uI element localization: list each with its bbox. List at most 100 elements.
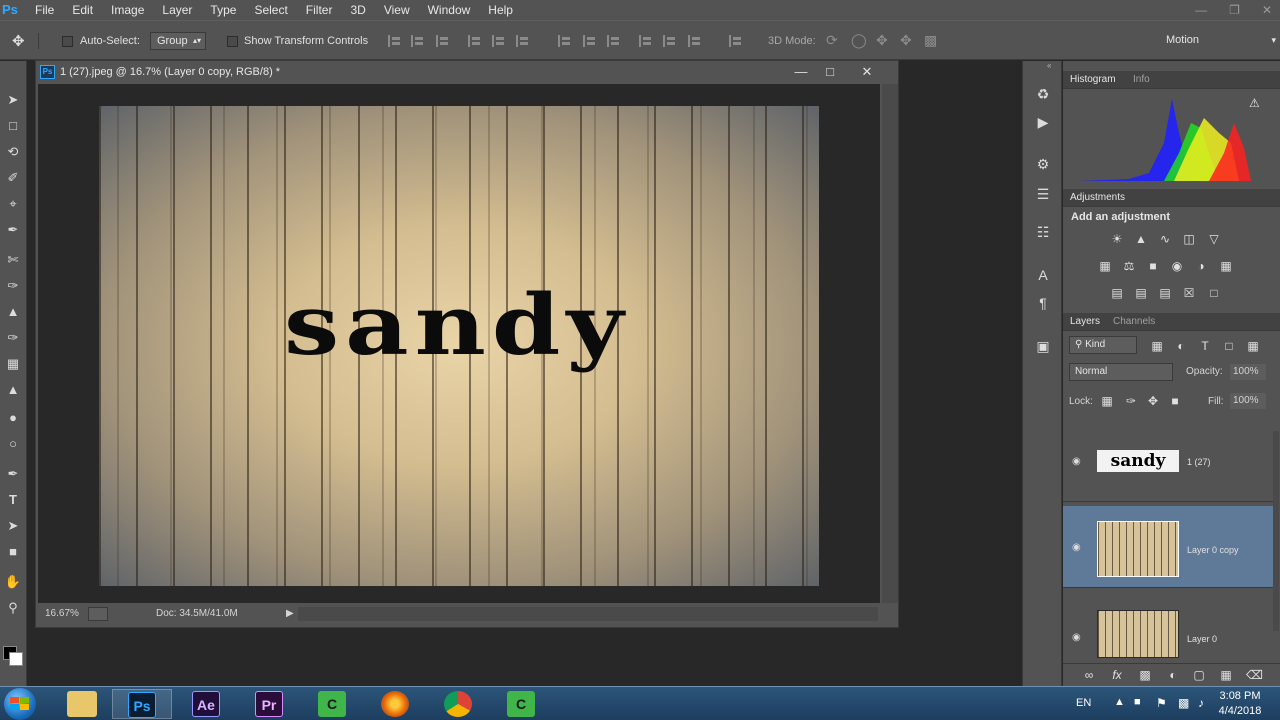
status-arrow-icon[interactable]: ▶: [286, 608, 294, 619]
clone-source-icon[interactable]: ☷: [1034, 223, 1052, 241]
filter-smart-object-icon[interactable]: ▦: [1245, 339, 1261, 353]
taskbar-camtasia-recorder[interactable]: C: [491, 689, 551, 719]
photo-filter-icon[interactable]: ◉: [1169, 259, 1185, 273]
menu-view[interactable]: View: [375, 0, 419, 20]
3d-panel-icon[interactable]: ▣: [1034, 337, 1052, 355]
actions-panel-icon[interactable]: ▶: [1034, 113, 1052, 131]
new-layer-icon[interactable]: ▦: [1218, 668, 1234, 682]
clone-stamp-tool-icon[interactable]: ▲: [4, 303, 22, 321]
taskbar-camtasia[interactable]: C: [302, 689, 362, 719]
tab-channels[interactable]: Channels: [1113, 316, 1155, 327]
tray-app-icon[interactable]: ■: [1134, 696, 1141, 708]
distribute-bottom-icon[interactable]: [607, 35, 621, 47]
shape-tool-icon[interactable]: ■: [4, 543, 22, 561]
layer-filter-dropdown[interactable]: ⚲ Kind: [1069, 336, 1137, 354]
black-white-icon[interactable]: ■: [1145, 259, 1161, 273]
menu-window[interactable]: Window: [419, 0, 480, 20]
3d-slide-icon[interactable]: ✥: [900, 32, 912, 49]
zoom-level[interactable]: 16.67%: [45, 608, 79, 619]
align-bottom-icon[interactable]: [436, 35, 450, 47]
healing-brush-tool-icon[interactable]: ✄: [4, 251, 22, 269]
menu-3d[interactable]: 3D: [341, 0, 374, 20]
tool-presets-icon[interactable]: ⚙: [1034, 155, 1052, 173]
show-transform-checkbox[interactable]: [227, 35, 238, 47]
network-icon[interactable]: ▩: [1178, 696, 1189, 710]
filter-type-icon[interactable]: T: [1197, 339, 1213, 353]
horizontal-scrollbar[interactable]: [298, 607, 878, 621]
language-indicator[interactable]: EN: [1076, 697, 1091, 709]
zoom-tool-icon[interactable]: ⚲: [4, 599, 22, 617]
flag-icon[interactable]: ⚑: [1156, 696, 1167, 710]
align-left-icon[interactable]: [468, 35, 482, 47]
3d-scale-icon[interactable]: ▩: [924, 32, 937, 49]
eyedropper-tool-icon[interactable]: ✒: [4, 221, 22, 239]
add-mask-icon[interactable]: ▩: [1137, 668, 1153, 682]
3d-rotate-icon[interactable]: ⟳: [826, 32, 838, 49]
color-balance-icon[interactable]: ⚖: [1121, 259, 1137, 273]
tab-layers[interactable]: Layers: [1070, 316, 1100, 327]
document-maximize-button[interactable]: □: [819, 63, 841, 81]
canvas-vertical-scrollbar[interactable]: [882, 84, 898, 604]
link-layers-icon[interactable]: ∞: [1081, 668, 1097, 682]
hand-tool-icon[interactable]: ✋: [4, 573, 22, 591]
3d-roll-icon[interactable]: ◯: [851, 32, 867, 49]
taskbar-explorer[interactable]: [52, 689, 112, 719]
distribute-hcenter-icon[interactable]: [663, 35, 677, 47]
lock-pixels-icon[interactable]: ✑: [1123, 394, 1139, 408]
invert-icon[interactable]: ▤: [1109, 286, 1125, 300]
brush-tool-icon[interactable]: ✑: [4, 277, 22, 295]
lock-position-icon[interactable]: ✥: [1145, 394, 1161, 408]
collapse-icon[interactable]: «: [1047, 61, 1051, 70]
paragraph-panel-icon[interactable]: ¶: [1034, 294, 1052, 312]
clock-date[interactable]: 4/4/2018: [1214, 705, 1266, 717]
tab-info[interactable]: Info: [1133, 74, 1150, 85]
auto-select-checkbox[interactable]: [62, 35, 73, 47]
move-tool-icon[interactable]: ✥: [12, 32, 25, 50]
auto-align-icon[interactable]: [729, 35, 743, 47]
tray-expand-icon[interactable]: ▲: [1114, 696, 1125, 708]
lock-transparent-icon[interactable]: ▦: [1099, 394, 1115, 408]
threshold-icon[interactable]: ▤: [1157, 286, 1173, 300]
lock-all-icon[interactable]: ■: [1167, 394, 1183, 408]
color-lookup-icon[interactable]: ▦: [1218, 259, 1234, 273]
tab-histogram[interactable]: Histogram: [1070, 74, 1116, 85]
menu-image[interactable]: Image: [102, 0, 153, 20]
history-brush-tool-icon[interactable]: ✑: [4, 329, 22, 347]
path-select-tool-icon[interactable]: ➤: [4, 517, 22, 535]
opacity-input[interactable]: 100%: [1230, 364, 1266, 380]
taskbar-photoshop[interactable]: Ps: [112, 689, 172, 719]
curves-icon[interactable]: ∿: [1157, 232, 1173, 246]
quick-select-tool-icon[interactable]: ✐: [4, 169, 22, 187]
layer-name[interactable]: Layer 0 copy: [1187, 545, 1239, 555]
taskbar-chrome[interactable]: [428, 689, 488, 719]
menu-type[interactable]: Type: [201, 0, 245, 20]
3d-pan-icon[interactable]: ✥: [876, 32, 888, 49]
canvas-area[interactable]: sandy: [38, 84, 880, 604]
hue-saturation-icon[interactable]: ▦: [1097, 259, 1113, 273]
delete-layer-icon[interactable]: ⌫: [1246, 668, 1263, 682]
layer-row[interactable]: ◉ Layer 0: [1063, 596, 1273, 658]
crop-tool-icon[interactable]: ⌖: [4, 195, 22, 213]
blend-mode-dropdown[interactable]: Normal: [1069, 363, 1173, 381]
character-panel-icon[interactable]: A: [1034, 266, 1052, 284]
menu-file[interactable]: File: [26, 0, 63, 20]
blur-tool-icon[interactable]: ●: [4, 409, 22, 427]
lasso-tool-icon[interactable]: ⟲: [4, 143, 22, 161]
layer-style-icon[interactable]: fx: [1109, 668, 1125, 682]
menu-filter[interactable]: Filter: [297, 0, 342, 20]
eraser-tool-icon[interactable]: ▦: [4, 355, 22, 373]
background-color-swatch[interactable]: [9, 652, 23, 666]
document-minimize-button[interactable]: —: [790, 63, 812, 81]
gradient-map-icon[interactable]: □: [1206, 286, 1222, 300]
layer-row-selected[interactable]: ◉ Layer 0 copy: [1063, 506, 1273, 588]
pen-tool-icon[interactable]: ✒: [4, 465, 22, 483]
layer-name[interactable]: 1 (27): [1187, 457, 1211, 467]
layers-scrollbar[interactable]: [1273, 431, 1279, 631]
restore-icon[interactable]: ❐: [1229, 3, 1240, 17]
workspace-dropdown[interactable]: Motion ▾: [1160, 32, 1278, 50]
align-hcenter-icon[interactable]: [492, 35, 506, 47]
auto-select-dropdown[interactable]: Group ▴▾: [150, 32, 206, 50]
visibility-eye-icon[interactable]: ◉: [1072, 632, 1081, 643]
fill-input[interactable]: 100%: [1230, 393, 1266, 409]
paint-bucket-tool-icon[interactable]: ▲: [4, 381, 22, 399]
